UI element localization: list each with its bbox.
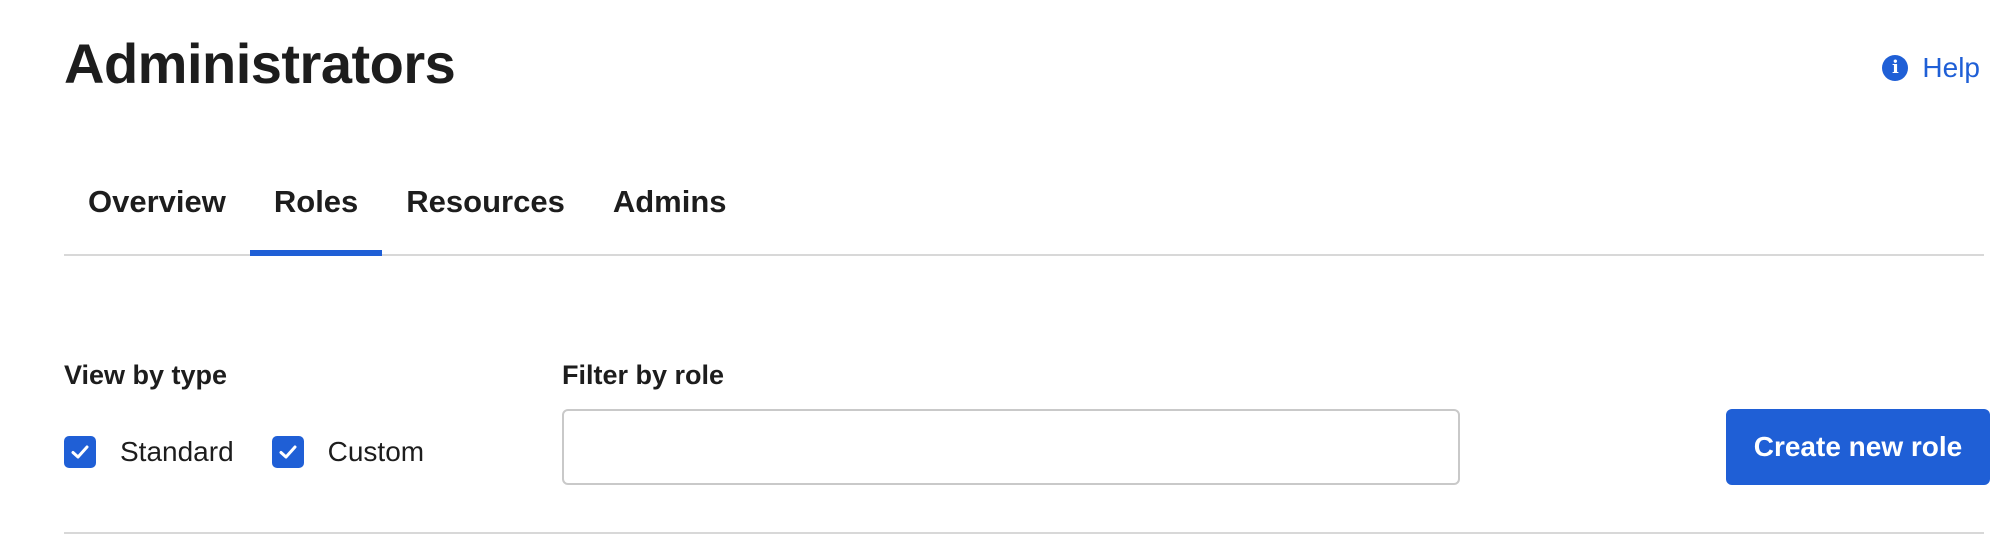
filter-by-role-input[interactable]	[562, 409, 1460, 485]
custom-checkbox-item[interactable]: Custom	[271, 436, 425, 468]
info-icon: i	[1882, 55, 1909, 81]
help-label: Help	[1922, 52, 1980, 83]
checkmark-icon	[279, 445, 297, 459]
tab-admins[interactable]: Admins	[589, 166, 751, 254]
divider	[64, 532, 1984, 534]
standard-checkbox-label: Standard	[120, 436, 234, 467]
custom-checkbox-label: Custom	[327, 436, 425, 467]
tab-roles[interactable]: Roles	[249, 166, 383, 256]
help-link[interactable]: i Help	[1882, 52, 1980, 84]
type-checkbox-group: Standard Custom	[64, 436, 462, 468]
standard-checkbox[interactable]	[64, 436, 96, 468]
create-new-role-button[interactable]: Create new role	[1726, 409, 1990, 485]
page: Administrators i Help Overview Roles Res…	[0, 0, 2010, 536]
view-by-type-label: View by type	[64, 360, 228, 390]
standard-checkbox-item[interactable]: Standard	[64, 436, 234, 468]
page-title: Administrators	[64, 32, 456, 95]
tab-resources[interactable]: Resources	[382, 166, 589, 254]
checkmark-icon	[71, 445, 89, 459]
tab-overview[interactable]: Overview	[64, 166, 250, 254]
filter-by-role-label: Filter by role	[562, 360, 725, 390]
tab-bar: Overview Roles Resources Admins	[64, 166, 1984, 256]
custom-checkbox[interactable]	[271, 436, 304, 468]
